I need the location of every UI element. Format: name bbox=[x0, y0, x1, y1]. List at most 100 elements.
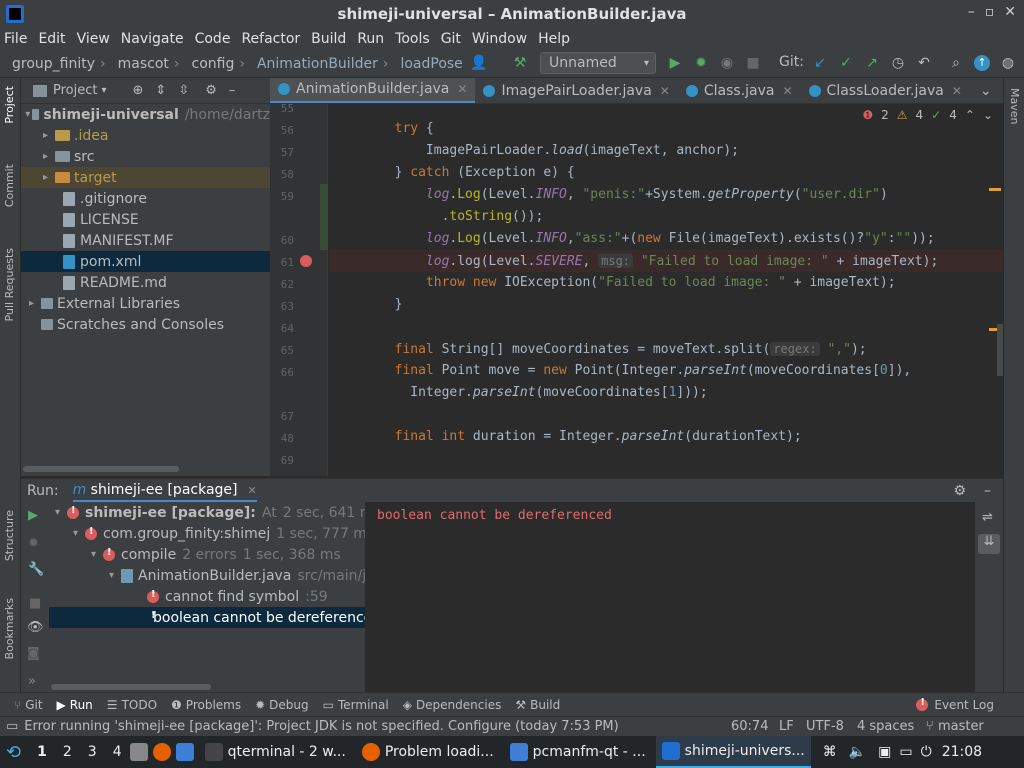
stop-icon[interactable]: ■ bbox=[29, 596, 41, 611]
tree-item-external-libraries[interactable]: ▸ External Libraries bbox=[21, 293, 270, 314]
soft-wrap-icon[interactable]: ⇌ bbox=[982, 510, 993, 525]
git-commit-icon[interactable]: ✓ bbox=[838, 55, 854, 71]
camera-icon[interactable]: ◙ bbox=[27, 646, 40, 661]
close-icon[interactable]: ✕ bbox=[952, 84, 962, 98]
run-console[interactable]: boolean cannot be dereferenced bbox=[365, 502, 975, 692]
tree-item-src[interactable]: ▸ src bbox=[21, 146, 270, 167]
menu-window[interactable]: Window bbox=[472, 31, 527, 47]
more-icon[interactable]: » bbox=[28, 674, 36, 689]
desktop-icon[interactable] bbox=[175, 743, 194, 761]
start-menu-icon[interactable]: ⟲ bbox=[6, 742, 21, 763]
menu-view[interactable]: View bbox=[77, 31, 110, 47]
tree-item-target[interactable]: ▸ target bbox=[21, 167, 270, 188]
file-manager-launcher-icon[interactable] bbox=[129, 743, 148, 761]
tab-class[interactable]: Class.java ✕ bbox=[678, 78, 801, 103]
gear-icon[interactable]: ⚙ bbox=[953, 483, 966, 499]
menu-edit[interactable]: Edit bbox=[38, 31, 65, 47]
commit-tool-button[interactable]: Commit bbox=[3, 164, 16, 207]
hide-icon[interactable]: – bbox=[984, 483, 991, 499]
inspection-widget[interactable]: ❶2 ⚠ 4 ✓ 4 ⌃ ⌄ bbox=[862, 108, 993, 122]
menu-navigate[interactable]: Navigate bbox=[121, 31, 184, 47]
tool-tab-run[interactable]: ▶ Run bbox=[57, 698, 93, 712]
workspace-1[interactable]: 1 bbox=[37, 744, 47, 760]
chevron-down-icon[interactable]: ⌄ bbox=[983, 108, 993, 122]
wrench-icon[interactable]: 🔧 bbox=[28, 562, 44, 577]
vertical-scrollbar[interactable] bbox=[997, 324, 1003, 376]
menu-run[interactable]: Run bbox=[357, 31, 384, 47]
locate-icon[interactable]: ⊕ bbox=[133, 83, 144, 98]
settings-icon[interactable]: ◍ bbox=[1000, 55, 1016, 71]
close-icon[interactable]: ✕ bbox=[457, 82, 467, 96]
tree-item-manifest[interactable]: MANIFEST.MF bbox=[21, 230, 270, 251]
firefox-launcher-icon[interactable] bbox=[152, 743, 171, 761]
task-qterminal[interactable]: qterminal - 2 w... bbox=[199, 736, 352, 768]
build-hammer-icon[interactable]: ⚒ bbox=[512, 55, 528, 71]
tree-item-license[interactable]: LICENSE bbox=[21, 209, 270, 230]
user-icon[interactable]: 👤 bbox=[470, 55, 487, 71]
bookmarks-tool-button[interactable]: Bookmarks bbox=[3, 598, 16, 659]
breadcrumb-mascot[interactable]: mascot bbox=[118, 56, 169, 72]
rollback-icon[interactable]: ↶ bbox=[916, 55, 932, 71]
git-push-icon[interactable]: ↗ bbox=[864, 55, 880, 71]
hide-icon[interactable]: – bbox=[229, 83, 236, 98]
breadcrumb-group-finity[interactable]: group_finity bbox=[12, 56, 95, 72]
project-tool-button[interactable]: Project bbox=[3, 86, 16, 124]
caret-position[interactable]: 60:74 bbox=[731, 719, 768, 734]
horizontal-scrollbar[interactable] bbox=[23, 466, 179, 472]
collapse-icon[interactable]: ⇕ bbox=[155, 83, 166, 98]
clipboard-icon[interactable]: ▣ bbox=[878, 744, 891, 760]
close-icon[interactable]: ✕ bbox=[660, 84, 670, 98]
clock[interactable]: 21:08 bbox=[942, 744, 982, 760]
run-configuration-select[interactable]: Unnamed ▾ bbox=[540, 52, 656, 74]
tab-animationbuilder[interactable]: AnimationBuilder.java ✕ bbox=[270, 78, 476, 103]
chevron-down-icon[interactable]: ⌄ bbox=[980, 83, 992, 99]
file-encoding[interactable]: UTF-8 bbox=[806, 719, 844, 734]
task-firefox[interactable]: Problem loadi... bbox=[356, 736, 500, 768]
update-icon[interactable]: ↑ bbox=[974, 55, 990, 71]
tree-item-scratches[interactable]: Scratches and Consoles bbox=[21, 314, 270, 335]
workspace-2[interactable]: 2 bbox=[63, 744, 72, 760]
tree-item-pom[interactable]: pom.xml bbox=[21, 251, 270, 272]
indent-setting[interactable]: 4 spaces bbox=[857, 719, 914, 734]
expand-icon[interactable]: ⇳ bbox=[178, 83, 189, 98]
project-view-select[interactable]: Project bbox=[53, 83, 97, 98]
tool-tab-build[interactable]: ⚒ Build bbox=[515, 698, 560, 712]
power-icon[interactable]: ⏻ bbox=[921, 744, 932, 760]
volume-icon[interactable]: 🔈 bbox=[849, 744, 866, 760]
tab-classloader[interactable]: ClassLoader.java ✕ bbox=[801, 78, 970, 103]
task-pcmanfm[interactable]: pcmanfm-qt - ... bbox=[504, 736, 652, 768]
code-editor[interactable]: 55 56 57 58 59 60 61 62 63 64 65 66 67 4… bbox=[270, 104, 1003, 476]
tree-item-gitignore[interactable]: .gitignore bbox=[21, 188, 270, 209]
tree-item-idea[interactable]: ▸ .idea bbox=[21, 125, 270, 146]
network-icon[interactable]: ⌘ bbox=[823, 744, 837, 760]
eye-icon[interactable]: 👁 bbox=[27, 620, 44, 635]
workspace-4[interactable]: 4 bbox=[113, 744, 122, 760]
debug-icon[interactable]: ✹ bbox=[28, 536, 39, 551]
run-tree-row[interactable]: ▾shimeji-ee [package]:At2 sec, 641 ms bbox=[55, 502, 365, 523]
display-icon[interactable]: ▭ bbox=[899, 744, 912, 760]
history-icon[interactable]: ◷ bbox=[890, 55, 906, 71]
tool-tab-dependencies[interactable]: ◈ Dependencies bbox=[403, 698, 502, 712]
tool-tab-todo[interactable]: ☰ TODO bbox=[107, 698, 157, 712]
tree-item-root[interactable]: ▾ shimeji-universal/home/dartz bbox=[21, 104, 270, 125]
status-message[interactable]: Error running 'shimeji-ee [package]': Pr… bbox=[24, 719, 618, 734]
workspace-3[interactable]: 3 bbox=[88, 744, 97, 760]
run-tree-row[interactable]: ▾compile2 errors1 sec, 368 ms bbox=[91, 544, 341, 565]
run-tab-shimeji-ee[interactable]: m shimeji-ee [package] ✕ bbox=[72, 479, 257, 503]
git-update-icon[interactable]: ↙ bbox=[812, 55, 828, 71]
task-intellij[interactable]: shimeji-univers... bbox=[655, 736, 811, 768]
horizontal-scrollbar[interactable] bbox=[51, 684, 211, 690]
breadcrumb-animationbuilder[interactable]: AnimationBuilder bbox=[257, 56, 378, 72]
stop-icon[interactable]: ■ bbox=[745, 55, 761, 71]
minimize-icon[interactable]: – bbox=[968, 4, 975, 20]
menu-help[interactable]: Help bbox=[538, 31, 570, 47]
tree-item-readme[interactable]: README.md bbox=[21, 272, 270, 293]
breadcrumb-config[interactable]: config bbox=[192, 56, 235, 72]
run-tree-row[interactable]: ▾AnimationBuilder.javasrc/main/ja bbox=[109, 565, 365, 586]
event-log-button[interactable]: Event Log bbox=[916, 697, 994, 712]
rerun-icon[interactable]: ▶ bbox=[28, 508, 38, 523]
menu-refactor[interactable]: Refactor bbox=[241, 31, 300, 47]
close-icon[interactable]: ✕ bbox=[1004, 4, 1016, 20]
tool-tab-terminal[interactable]: ▭ Terminal bbox=[323, 698, 389, 712]
close-icon[interactable]: ✕ bbox=[782, 84, 792, 98]
